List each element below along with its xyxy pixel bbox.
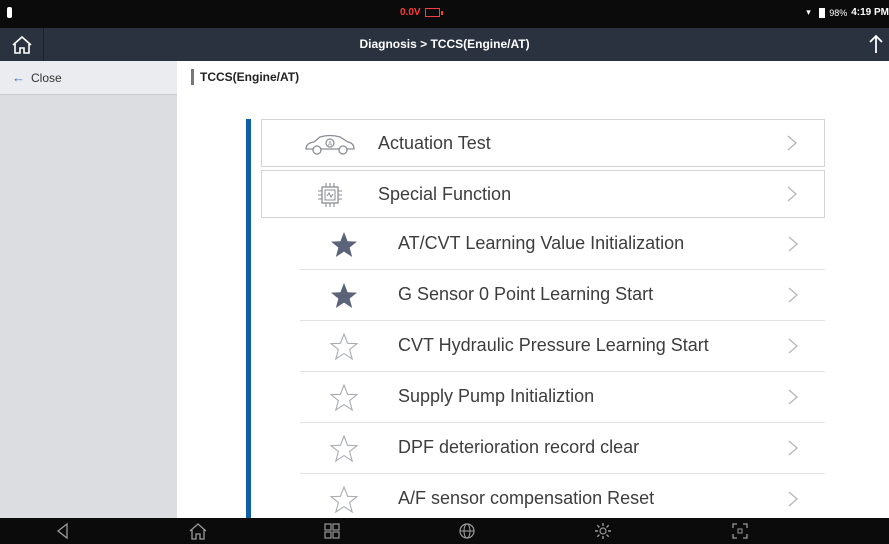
chevron-right-icon <box>787 135 797 151</box>
chevron-right-icon <box>787 186 797 202</box>
breadcrumb-marker <box>191 69 194 85</box>
wifi-icon: ▾ <box>806 7 811 17</box>
chevron-right-icon <box>788 440 798 456</box>
function-label: CVT Hydraulic Pressure Learning Start <box>398 335 709 355</box>
browser-icon[interactable] <box>457 521 477 541</box>
chevron-right-icon <box>788 338 798 354</box>
clock: 4:19 PM <box>851 7 889 18</box>
battery-percent: 98% <box>829 7 848 18</box>
chevron-right-icon <box>788 389 798 405</box>
function-item[interactable]: A/F sensor compensation Reset <box>300 474 825 518</box>
tree-accent-bar <box>246 119 251 518</box>
breadcrumb-label: TCCS(Engine/AT) <box>200 70 300 84</box>
function-label: DPF deterioration record clear <box>398 437 640 457</box>
function-label: Supply Pump Initializtion <box>398 386 595 406</box>
screenshot-icon[interactable] <box>730 521 750 541</box>
home-icon[interactable] <box>188 521 208 541</box>
menu-item-label: Special Function <box>378 183 512 204</box>
back-icon[interactable] <box>53 521 73 541</box>
menu-item-label: Actuation Test <box>378 132 491 153</box>
notification-icon <box>7 7 12 18</box>
close-label: Close <box>31 70 62 85</box>
upload-icon[interactable] <box>867 33 885 55</box>
star-filled-icon[interactable] <box>330 282 358 310</box>
function-item[interactable]: Supply Pump Initializtion <box>300 372 825 423</box>
menu-item-special-function[interactable]: Special Function <box>261 170 825 218</box>
sidebar: ← Close <box>0 61 177 518</box>
status-bar: 0.0V ▾ 98% 4:19 PM <box>0 0 889 28</box>
star-filled-icon[interactable] <box>330 231 358 259</box>
function-label: G Sensor 0 Point Learning Start <box>398 284 654 304</box>
settings-icon[interactable] <box>593 521 613 541</box>
star-outline-icon[interactable] <box>330 435 358 463</box>
star-outline-icon[interactable] <box>330 384 358 412</box>
function-item[interactable]: DPF deterioration record clear <box>300 423 825 474</box>
function-item[interactable]: AT/CVT Learning Value Initialization <box>300 219 825 270</box>
chevron-right-icon <box>788 287 798 303</box>
vehicle-battery-icon <box>425 8 443 17</box>
chevron-right-icon <box>788 491 798 507</box>
function-item[interactable]: G Sensor 0 Point Learning Start <box>300 270 825 321</box>
page-title: Diagnosis > TCCS(Engine/AT) <box>359 37 530 51</box>
battery-icon <box>819 7 826 18</box>
star-outline-icon[interactable] <box>330 486 358 514</box>
main-panel: TCCS(Engine/AT) A Actuation Test Special… <box>177 61 889 518</box>
function-label: AT/CVT Learning Value Initialization <box>398 233 685 253</box>
function-item[interactable]: CVT Hydraulic Pressure Learning Start <box>300 321 825 372</box>
breadcrumb: TCCS(Engine/AT) <box>191 69 299 85</box>
close-button[interactable]: ← Close <box>0 61 177 95</box>
menu-item-actuation-test[interactable]: A Actuation Test <box>261 119 825 167</box>
star-outline-icon[interactable] <box>330 333 358 361</box>
function-label: A/F sensor compensation Reset <box>398 488 655 508</box>
system-nav-bar <box>0 518 889 544</box>
chevron-right-icon <box>788 236 798 252</box>
recents-icon[interactable] <box>322 521 342 541</box>
chip-icon <box>302 181 358 209</box>
car-icon: A <box>302 130 358 158</box>
voltage-readout: 0.0V <box>400 7 421 18</box>
title-bar: Diagnosis > TCCS(Engine/AT) <box>0 28 889 61</box>
arrow-left-icon: ← <box>12 70 25 85</box>
